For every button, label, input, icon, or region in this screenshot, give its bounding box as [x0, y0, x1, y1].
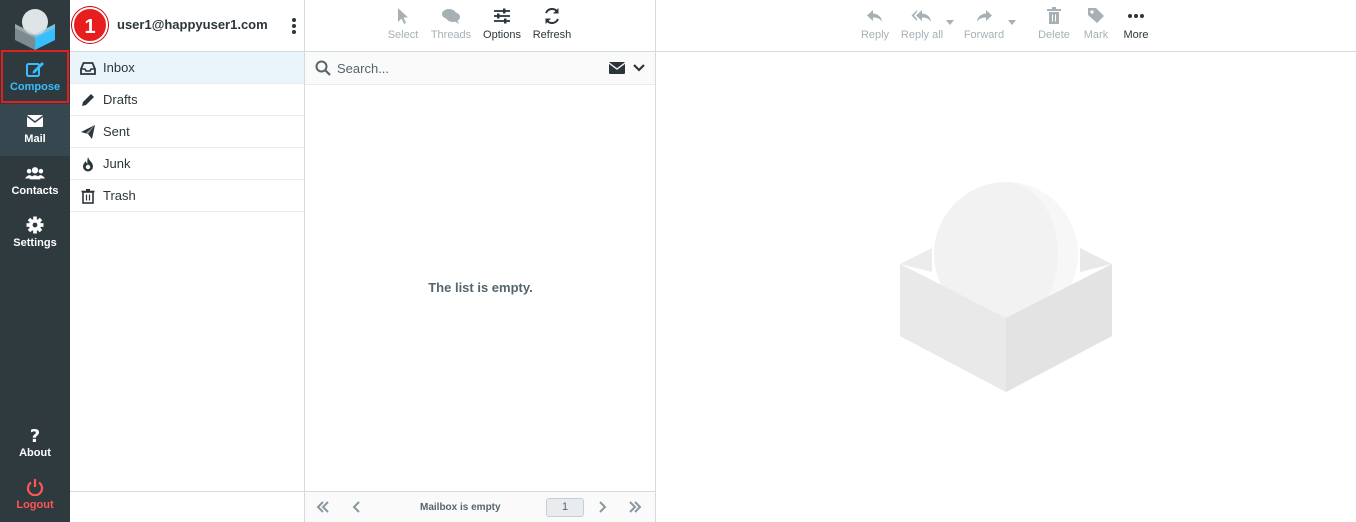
folder-label: Sent: [103, 124, 130, 139]
refresh-label: Refresh: [532, 29, 572, 41]
folder-sent[interactable]: Sent: [70, 116, 304, 148]
folder-junk[interactable]: Junk: [70, 148, 304, 180]
forward-icon: [977, 10, 992, 22]
search-bar[interactable]: Search...: [305, 52, 655, 85]
threads-label: Threads: [430, 29, 472, 41]
forward-label: Forward: [963, 29, 1005, 41]
message-list-pane: Select Threads Options Refresh Search...…: [305, 0, 656, 522]
mark-button[interactable]: Mark: [1080, 6, 1112, 41]
reply-all-icon: [911, 10, 931, 22]
reply-label: Reply: [860, 29, 890, 41]
account-username: user1@happyuser1.com: [117, 17, 268, 32]
compose-button[interactable]: Compose: [1, 50, 69, 103]
message-content-pane: Reply Reply all Forward Delete Mark More: [656, 0, 1356, 522]
ellipsis-icon: [1128, 14, 1144, 18]
sliders-icon: [494, 8, 510, 24]
folder-pane: 1 user1@happyuser1.com Inbox Drafts Sent: [70, 0, 305, 522]
compose-icon: [26, 62, 44, 77]
options-label: Options: [483, 29, 521, 41]
list-toolbar: Select Threads Options Refresh: [305, 0, 655, 52]
trash-icon: [1047, 7, 1061, 24]
logout-button[interactable]: Logout: [0, 470, 70, 522]
more-button[interactable]: More: [1120, 6, 1152, 41]
message-toolbar: Reply Reply all Forward Delete Mark More: [656, 0, 1356, 52]
comments-icon: [442, 9, 460, 24]
folder-drafts[interactable]: Drafts: [70, 84, 304, 116]
forward-button[interactable]: Forward: [962, 6, 1006, 41]
previous-page-icon[interactable]: [352, 500, 362, 514]
logout-label: Logout: [16, 499, 54, 511]
folder-header: 1 user1@happyuser1.com: [70, 0, 304, 52]
trash-icon: [81, 189, 95, 204]
compose-label: Compose: [9, 81, 61, 93]
settings-label: Settings: [13, 237, 57, 249]
reply-all-label: Reply all: [900, 29, 944, 41]
folder-trash[interactable]: Trash: [70, 180, 304, 212]
threads-button[interactable]: Threads: [429, 6, 473, 41]
folder-label: Inbox: [103, 60, 135, 75]
page-number-input[interactable]: 1: [546, 498, 584, 517]
about-label: About: [19, 447, 51, 459]
roundcube-watermark-logo: [900, 182, 1112, 392]
select-label: Select: [387, 29, 419, 41]
tag-icon: [1088, 8, 1104, 23]
envelope-icon[interactable]: [609, 62, 625, 74]
paper-plane-icon: [81, 125, 95, 139]
delete-label: Delete: [1038, 29, 1070, 41]
last-page-icon[interactable]: [628, 500, 642, 514]
svg-text:?: ?: [30, 426, 40, 444]
reply-icon: [867, 10, 882, 22]
refresh-button[interactable]: Refresh: [531, 6, 573, 41]
empty-list-message: The list is empty.: [428, 280, 533, 295]
search-icon: [315, 60, 331, 76]
mail-label: Mail: [24, 133, 46, 145]
forward-dropdown-icon[interactable]: [1008, 20, 1016, 26]
main-navigation: Compose Mail Contacts Settings ? About L…: [0, 0, 70, 522]
mail-button[interactable]: Mail: [0, 104, 70, 156]
next-page-icon[interactable]: [597, 500, 607, 514]
first-page-icon[interactable]: [316, 500, 330, 514]
fire-icon: [83, 157, 93, 172]
folder-label: Trash: [103, 188, 136, 203]
folder-footer: [70, 491, 304, 522]
select-button[interactable]: Select: [387, 6, 419, 41]
reply-button[interactable]: Reply: [859, 6, 891, 41]
reply-all-button[interactable]: Reply all: [899, 6, 945, 41]
chevron-down-icon[interactable]: [633, 63, 645, 73]
users-icon: [25, 167, 45, 180]
gear-icon: [26, 216, 44, 234]
envelope-icon: [26, 115, 44, 127]
delete-button[interactable]: Delete: [1036, 6, 1072, 41]
question-icon: ?: [30, 426, 40, 444]
pagination-bar: Mailbox is empty 1: [305, 491, 655, 522]
folder-label: Junk: [103, 156, 131, 171]
folder-inbox[interactable]: Inbox: [70, 52, 304, 84]
cursor-icon: [398, 8, 408, 24]
settings-button[interactable]: Settings: [0, 208, 70, 260]
refresh-icon: [545, 7, 559, 25]
power-icon: [26, 479, 44, 496]
options-button[interactable]: Options: [481, 6, 523, 41]
more-label: More: [1123, 29, 1149, 41]
mailbox-status: Mailbox is empty: [420, 502, 501, 513]
pencil-icon: [82, 94, 94, 106]
contacts-label: Contacts: [11, 185, 59, 197]
folder-label: Drafts: [103, 92, 138, 107]
search-input[interactable]: Search...: [337, 61, 389, 76]
step-badge: 1: [72, 7, 108, 43]
kebab-menu-icon[interactable]: [292, 17, 296, 35]
reply-all-dropdown-icon[interactable]: [946, 20, 954, 26]
about-button[interactable]: ? About: [0, 418, 70, 470]
roundcube-logo[interactable]: [12, 4, 58, 50]
contacts-button[interactable]: Contacts: [0, 156, 70, 208]
inbox-icon: [80, 62, 96, 75]
mark-label: Mark: [1083, 29, 1109, 41]
